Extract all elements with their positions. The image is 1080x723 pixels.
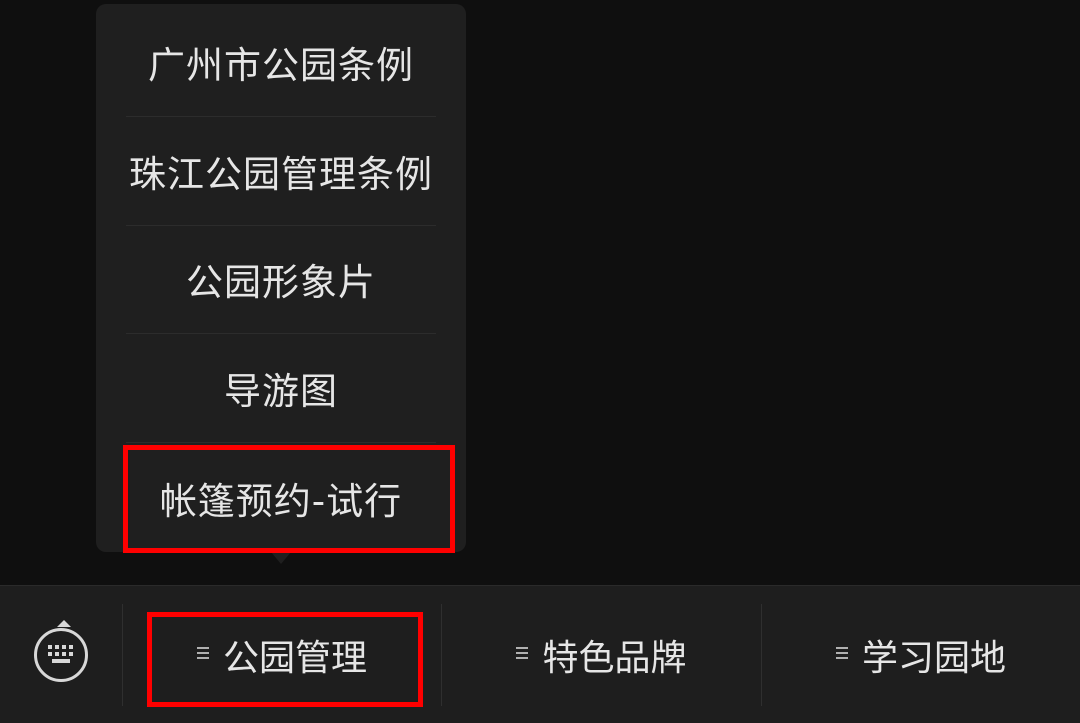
tab-label: 特色品牌 <box>542 638 687 679</box>
menu-lines-icon <box>516 646 529 660</box>
tab-label: 学习园地 <box>861 638 1006 679</box>
menu-lines-icon <box>835 646 848 660</box>
tab-label: 公园管理 <box>222 638 367 679</box>
menu-lines-icon <box>196 646 209 660</box>
menu-item-park-regulations[interactable]: 广州市公园条例 <box>126 8 436 117</box>
menu-item-label: 珠江公园管理条例 <box>129 153 433 196</box>
menu-item-zhujiang-park-regulations[interactable]: 珠江公园管理条例 <box>126 117 436 226</box>
bottom-menu-bar: 公园管理 特色品牌 学习园地 <box>0 585 1080 723</box>
screen: 广州市公园条例 珠江公园管理条例 公园形象片 导游图 帐篷预约-试行 公园管理 … <box>0 0 1080 723</box>
keyboard-icon <box>34 620 88 682</box>
menu-item-label: 广州市公园条例 <box>148 44 414 87</box>
menu-item-label: 公园形象片 <box>186 261 376 304</box>
tab-learning-corner[interactable]: 学习园地 <box>762 586 1080 723</box>
menu-item-label: 帐篷预约-试行 <box>159 480 403 523</box>
menu-item-label: 导游图 <box>224 370 338 413</box>
submenu-popup: 广州市公园条例 珠江公园管理条例 公园形象片 导游图 帐篷预约-试行 <box>96 4 466 552</box>
menu-item-guide-map[interactable]: 导游图 <box>126 334 436 443</box>
menu-item-park-video[interactable]: 公园形象片 <box>126 225 436 334</box>
popup-arrow <box>271 552 291 564</box>
tab-featured-brands[interactable]: 特色品牌 <box>442 586 761 723</box>
tab-park-management[interactable]: 公园管理 <box>123 586 441 723</box>
menu-item-tent-reservation[interactable]: 帐篷预约-试行 <box>126 444 436 552</box>
keyboard-toggle-button[interactable] <box>0 586 122 723</box>
